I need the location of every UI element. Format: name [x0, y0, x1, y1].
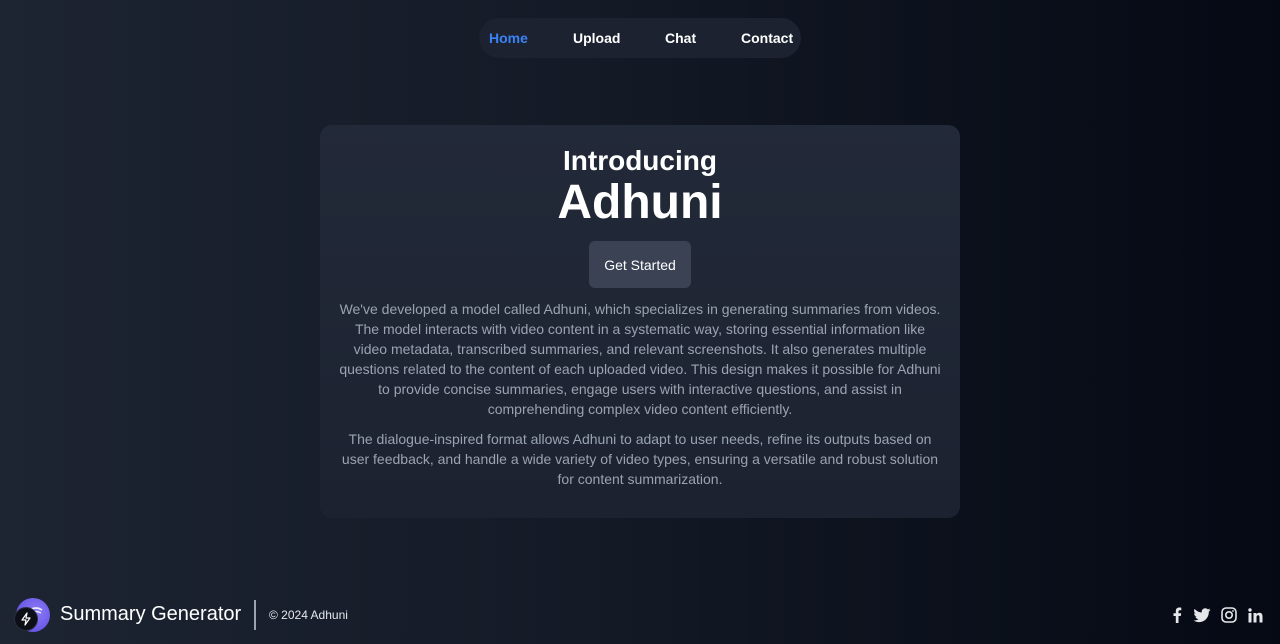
footer-copyright: © 2024 Adhuni: [269, 608, 348, 622]
nav-upload[interactable]: Upload: [573, 18, 620, 58]
hero-brand-title: Adhuni: [557, 176, 723, 229]
hero-paragraph-1: We've developed a model called Adhuni, w…: [339, 301, 941, 417]
instagram-icon[interactable]: [1220, 606, 1238, 624]
nav-home[interactable]: Home: [489, 18, 528, 58]
footer-app-title: Summary Generator: [60, 603, 242, 625]
hero-card: Introducing Adhuni Get Started We've dev…: [320, 125, 960, 518]
facebook-icon[interactable]: [1168, 606, 1186, 624]
footer-divider: [254, 600, 256, 630]
app-logo: [14, 597, 50, 633]
nav-chat[interactable]: Chat: [665, 18, 696, 58]
top-nav: Home Upload Chat Contact: [479, 18, 801, 58]
lightning-icon[interactable]: [14, 607, 38, 631]
get-started-button[interactable]: Get Started: [589, 241, 691, 288]
social-links: [1168, 606, 1268, 624]
hero-intro: Introducing: [563, 145, 717, 176]
hero-paragraph-2: The dialogue-inspired format allows Adhu…: [341, 431, 939, 487]
nav-contact[interactable]: Contact: [741, 18, 793, 58]
linkedin-icon[interactable]: [1246, 606, 1264, 624]
twitter-icon[interactable]: [1193, 606, 1211, 624]
